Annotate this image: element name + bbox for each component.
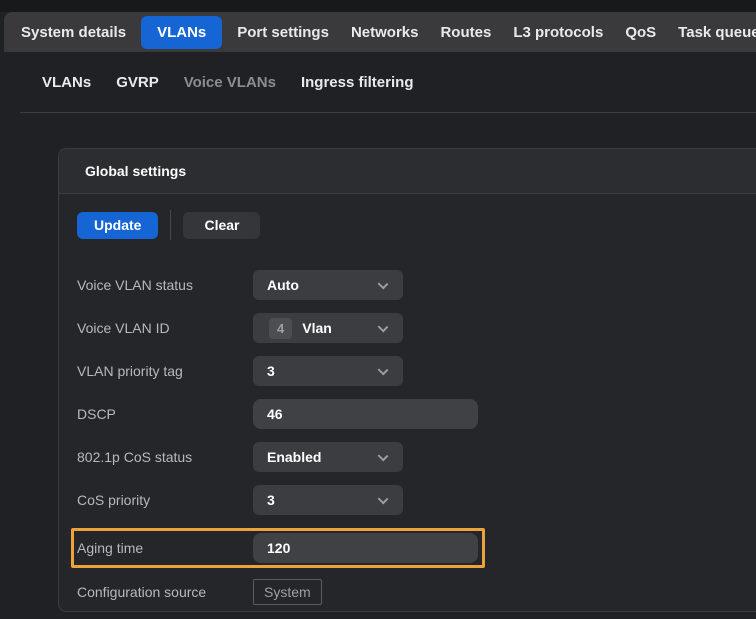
sub-nav-item-voice-vlans[interactable]: Voice VLANs <box>184 74 276 91</box>
select-value: Vlan <box>302 320 332 336</box>
field-label-configuration-source: Configuration source <box>77 584 253 600</box>
form-row-cos-priority: CoS priority 3 <box>77 485 756 515</box>
field-label-vlan-priority-tag: VLAN priority tag <box>77 363 253 379</box>
subnav-divider <box>20 112 756 113</box>
settings-form: Voice VLAN statusAutoVoice VLAN ID4VlanV… <box>77 270 756 607</box>
field-label-aging-time: Aging time <box>77 540 253 556</box>
panel-header: Global settings <box>59 149 756 194</box>
global-settings-panel: Global settings Update Clear Voice VLAN … <box>58 148 756 612</box>
panel-title: Global settings <box>85 163 186 179</box>
top-strip <box>0 0 756 12</box>
top-nav-item-qos[interactable]: QoS <box>614 16 667 49</box>
panel-body: Update Clear Voice VLAN statusAutoVoice … <box>59 194 756 607</box>
select-value: 3 <box>267 363 275 379</box>
top-nav: System detailsVLANsPort settingsNetworks… <box>4 12 756 52</box>
select-802-1p-cos-status[interactable]: Enabled <box>253 442 403 472</box>
field-label-voice-vlan-id: Voice VLAN ID <box>77 320 253 336</box>
update-button[interactable]: Update <box>77 212 158 239</box>
field-label-802-1p-cos-status: 802.1p CoS status <box>77 449 253 465</box>
top-nav-item-l3-protocols[interactable]: L3 protocols <box>502 16 614 49</box>
field-label-dscp: DSCP <box>77 406 253 422</box>
field-label-voice-vlan-status: Voice VLAN status <box>77 277 253 293</box>
sub-nav: VLANs GVRP Voice VLANs Ingress filtering <box>0 52 756 112</box>
select-vlan-priority-tag[interactable]: 3 <box>253 356 403 386</box>
chevron-down-icon <box>378 494 389 505</box>
sub-nav-item-vlans[interactable]: VLANs <box>42 74 91 91</box>
form-row-aging-time: Aging time <box>71 528 485 568</box>
select-voice-vlan-status[interactable]: Auto <box>253 270 403 300</box>
clear-button[interactable]: Clear <box>183 212 260 239</box>
form-row-dscp: DSCP <box>77 399 756 429</box>
top-nav-item-system-details[interactable]: System details <box>10 16 137 49</box>
input-dscp[interactable] <box>253 399 478 429</box>
chevron-down-icon <box>378 322 389 333</box>
sub-nav-item-gvrp[interactable]: GVRP <box>116 74 159 91</box>
sub-nav-item-ingress-filtering[interactable]: Ingress filtering <box>301 74 414 91</box>
chevron-down-icon <box>378 451 389 462</box>
chevron-down-icon <box>378 365 389 376</box>
button-separator <box>170 210 171 240</box>
top-nav-item-networks[interactable]: Networks <box>340 16 430 49</box>
form-row-voice-vlan-id: Voice VLAN ID 4 Vlan <box>77 313 756 343</box>
top-nav-item-port-settings[interactable]: Port settings <box>226 16 340 49</box>
select-cos-priority[interactable]: 3 <box>253 485 403 515</box>
form-row-configuration-source: Configuration sourceSystem <box>77 577 756 607</box>
form-row-802-1p-cos-status: 802.1p CoS status Enabled <box>77 442 756 472</box>
top-nav-item-routes[interactable]: Routes <box>429 16 502 49</box>
select-value: Auto <box>267 277 299 293</box>
select-value: Enabled <box>267 449 321 465</box>
input-aging-time[interactable] <box>253 533 478 563</box>
top-nav-item-task-queue[interactable]: Task queue <box>667 16 756 49</box>
vlan-id-badge: 4 <box>269 318 292 339</box>
top-nav-item-vlans[interactable]: VLANs <box>141 16 222 49</box>
select-value: 3 <box>267 492 275 508</box>
static-configuration-source: System <box>253 579 322 605</box>
form-row-voice-vlan-status: Voice VLAN status Auto <box>77 270 756 300</box>
button-row: Update Clear <box>77 210 756 240</box>
select-voice-vlan-id[interactable]: 4 Vlan <box>253 313 403 343</box>
chevron-down-icon <box>378 279 389 290</box>
field-label-cos-priority: CoS priority <box>77 492 253 508</box>
form-row-vlan-priority-tag: VLAN priority tag 3 <box>77 356 756 386</box>
